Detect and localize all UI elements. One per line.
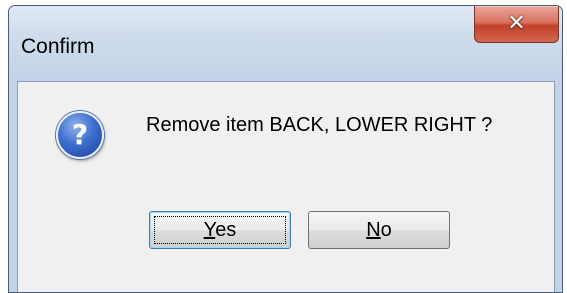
no-button[interactable]: No xyxy=(308,211,450,249)
close-icon: ✕ xyxy=(507,11,526,36)
no-mnemonic: N xyxy=(366,219,381,241)
confirm-dialog-window: Confirm ✕ ? Remove item BACK, LOWER RIGH… xyxy=(8,5,563,293)
dialog-body: ? Remove item BACK, LOWER RIGHT ? Yes No xyxy=(17,81,555,292)
yes-button-label: Yes xyxy=(204,219,237,241)
yes-button[interactable]: Yes xyxy=(149,211,291,249)
no-label-rest: o xyxy=(380,219,392,241)
no-button-label: No xyxy=(366,219,392,241)
dialog-title: Confirm xyxy=(21,35,95,58)
yes-mnemonic: Y xyxy=(203,219,216,241)
close-button[interactable]: ✕ xyxy=(474,6,559,43)
yes-label-rest: es xyxy=(215,219,237,241)
confirm-message: Remove item BACK, LOWER RIGHT ? xyxy=(146,114,493,136)
title-bar[interactable]: Confirm ✕ xyxy=(9,6,562,81)
question-icon: ? xyxy=(56,111,104,159)
